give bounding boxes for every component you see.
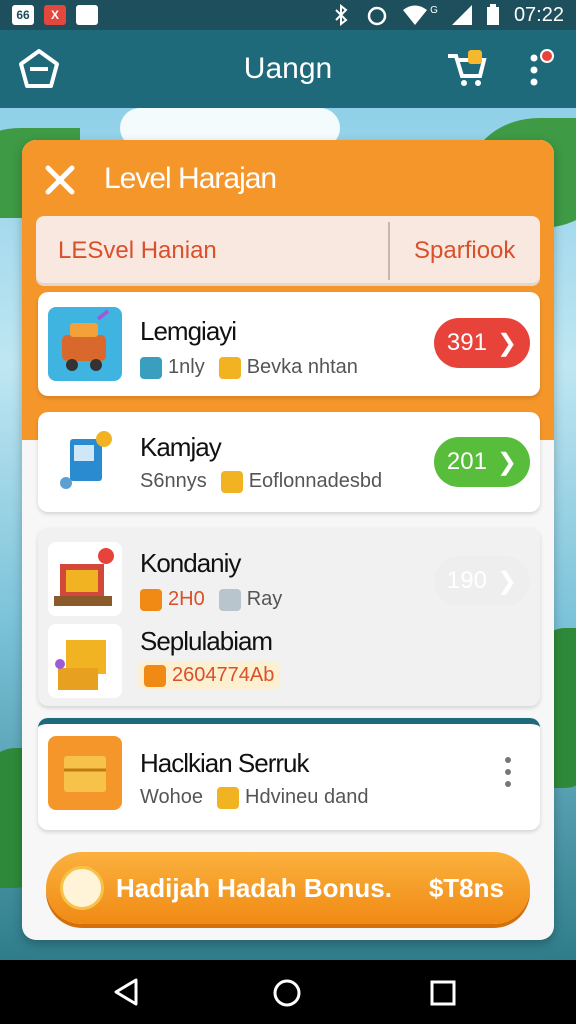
notification-icon: 66 — [12, 5, 34, 25]
recents-icon[interactable] — [430, 980, 456, 1006]
status-bar: 66 X G 07:22 — [0, 0, 576, 30]
claim-button[interactable]: 201 ❯ — [434, 437, 530, 487]
network-type-label: G — [430, 4, 438, 16]
book-icon — [48, 425, 122, 499]
claim-button-label: 190 — [446, 567, 487, 594]
app-notification-icon: X — [44, 5, 66, 25]
item-meta-text: 2H0 — [168, 588, 205, 610]
item-meta-text: Wohoe — [140, 786, 204, 808]
treasure-chest-icon — [220, 470, 243, 493]
tab-divider — [388, 222, 390, 280]
treasure-chest-icon — [48, 736, 122, 810]
item-name: Haclkian Serruk — [140, 748, 310, 778]
claim-button[interactable]: 391 ❯ — [434, 318, 530, 368]
item-name: Kamjay — [140, 432, 222, 462]
bonus-button[interactable]: Hadijah Hadah Bonus. $T8ns — [46, 852, 530, 924]
close-icon[interactable] — [42, 162, 78, 198]
tools-icon — [218, 588, 241, 611]
claim-button-label: 391 — [446, 329, 487, 356]
item-name: Kondaniy — [140, 548, 241, 578]
item-name: Lemgiayi — [140, 316, 237, 346]
home-icon[interactable] — [272, 978, 302, 1008]
system-nav-bar — [0, 960, 576, 1024]
item-meta: 1nly Bevka nhtan — [140, 356, 358, 379]
box-icon — [140, 356, 162, 379]
item-meta-text: 2604774Ab — [172, 664, 275, 686]
chevron-right-icon: ❯ — [496, 448, 518, 476]
signal-icon — [451, 5, 472, 25]
clock: 07:22 — [513, 3, 564, 26]
chevron-right-icon: ❯ — [496, 329, 518, 357]
dialog-title: Level Harajan — [104, 162, 277, 195]
claim-button-label: 201 — [446, 448, 487, 475]
item-meta: 2H0 Ray — [140, 588, 282, 611]
claim-button-disabled[interactable]: 190 ❯ — [434, 556, 530, 606]
gift-icon — [60, 866, 104, 910]
robot-cart-icon — [48, 307, 122, 381]
gift-boxes-icon — [48, 624, 122, 698]
tab-sparfiook[interactable]: Sparfiook — [414, 216, 515, 286]
list-item[interactable]: Lemgiayi 1nly Bevka nhtan 391 ❯ — [38, 292, 540, 396]
treasure-chest-icon — [217, 786, 240, 809]
shield-icon — [140, 588, 162, 611]
tab-level-harian[interactable]: LESvel Hanian — [58, 216, 217, 286]
item-meta-text: Bevka nhtan — [246, 356, 358, 378]
chevron-right-icon: ❯ — [496, 567, 518, 595]
image-notification-icon — [76, 5, 98, 25]
list-item[interactable]: Kamjay S6nnys Eoflonnadesbd 201 ❯ — [38, 412, 540, 512]
item-meta: 2604774Ab — [138, 662, 281, 689]
item-more-icon[interactable] — [500, 754, 516, 790]
item-meta: Wohoe Hdvineu dand — [140, 786, 368, 809]
bonus-price: $T8ns — [428, 872, 504, 903]
bluetooth-icon — [335, 4, 348, 26]
item-meta-text: S6nnys — [140, 470, 207, 492]
gift-shelf-icon — [48, 542, 122, 616]
bonus-label: Hadijah Hadah Bonus. — [116, 872, 392, 903]
list-item-group[interactable]: Kondaniy 2H0 Ray 190 ❯ Seplulabiam 26047… — [38, 528, 540, 706]
list-item[interactable]: Haclkian Serruk Wohoe Hdvineu dand — [38, 718, 540, 830]
app-title: Uangn — [243, 52, 333, 85]
coin-icon — [144, 664, 166, 687]
item-meta-text: 1nly — [168, 356, 205, 378]
item-meta-text: Ray — [246, 588, 283, 610]
back-icon[interactable] — [112, 978, 140, 1006]
alarm-icon — [367, 6, 387, 26]
tab-bar: LESvel Hanian Sparfiook — [36, 216, 540, 286]
item-meta-text: Hdvineu dand — [245, 786, 369, 808]
wifi-icon — [403, 5, 428, 25]
battery-icon — [486, 4, 499, 25]
item-name: Seplulabiam — [140, 626, 273, 656]
item-meta-text: Eoflonnadesbd — [248, 470, 383, 492]
treasure-chest-icon — [218, 356, 241, 379]
item-meta: S6nnys Eoflonnadesbd — [140, 470, 382, 493]
app-bar: Uangn — [0, 30, 576, 108]
cart-icon[interactable] — [444, 46, 488, 90]
more-options-icon[interactable] — [524, 48, 554, 92]
level-dialog: Level Harajan LESvel Hanian Sparfiook Le… — [22, 140, 554, 940]
